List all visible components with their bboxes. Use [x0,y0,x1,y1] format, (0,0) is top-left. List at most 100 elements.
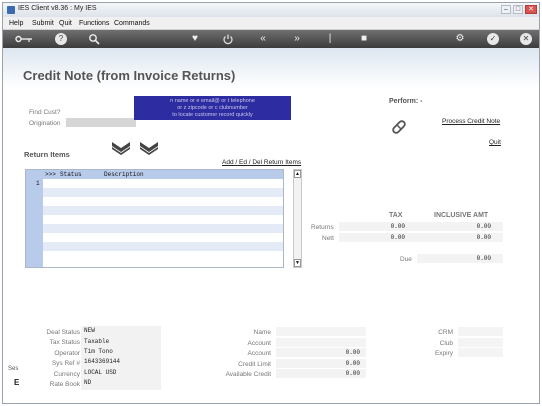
close-window-button[interactable]: ✕ [525,5,537,14]
table-row[interactable] [43,251,283,260]
table-row[interactable] [43,224,283,233]
account2-label: Account [247,350,272,357]
side-panel-label: Ses [8,366,19,372]
scroll-up-arrow[interactable]: ▲ [294,170,301,178]
grid-row-numbers [26,179,43,267]
rate-book-label: Rate Book [49,381,80,388]
operator-value: Tim Tono [84,348,113,355]
deal-status-value: NEW [84,327,95,334]
returns-tax-value: 0.00 [339,222,417,231]
menu-commands[interactable]: Commands [114,20,150,27]
inclusive-amt-header: INCLUSIVE AMT [434,212,489,219]
pill-icon[interactable] [390,118,408,136]
close-icon[interactable]: ✕ [520,33,532,45]
tax-status-label: Tax Status [49,339,80,346]
deal-info-panel: NEW Taxable Tim Tono 1643369144 LOCAL US… [81,326,161,390]
grid-row-number: 1 [36,180,40,187]
credit-limit-label: Credit Limit [238,361,271,368]
deal-status-label: Deal Status [46,329,80,336]
table-row[interactable] [43,233,283,242]
tax-status-value: Taxable [84,338,110,345]
table-row[interactable] [43,206,283,215]
perform-label: Perform: - [389,98,423,105]
grid-header: >>> Status Description [26,170,283,179]
table-row[interactable] [43,215,283,224]
download-icon[interactable] [111,140,131,156]
return-items-grid[interactable]: >>> Status Description 1 [25,169,284,268]
scroll-down-arrow[interactable]: ▼ [294,259,301,267]
fast-forward-icon[interactable]: » [291,33,303,45]
name-field [276,327,366,336]
minimize-button[interactable]: – [501,5,511,14]
club-field [458,338,503,347]
origination-label: Origination [29,120,61,127]
settings-icon[interactable]: ⚙ [454,33,466,45]
menu-help[interactable]: Help [9,20,23,27]
download-all-icon[interactable] [139,140,159,156]
stop-icon[interactable]: ■ [358,33,370,45]
currency-value: LOCAL USD [84,369,117,376]
available-credit-label: Available Credit [225,371,271,378]
help-icon[interactable]: ? [55,33,67,45]
crm-label: CRM [438,329,453,336]
power-icon[interactable] [222,33,234,45]
rewind-icon[interactable]: « [257,33,269,45]
account-label: Account [247,340,272,347]
add-ed-del-return-items-link[interactable]: Add / Ed / Del Return Items [222,159,301,166]
expiry-field [458,348,503,357]
window-title: IES Client v8.36 : My IES [18,5,97,12]
tax-header: TAX [389,212,403,219]
search-hint-box: n name or e email@ or t telephone or z z… [134,96,291,120]
returns-incl-value: 0.00 [417,222,503,231]
menu-functions[interactable]: Functions [79,20,109,27]
table-row[interactable] [43,242,283,251]
nett-label: Nett [322,235,334,242]
menu-quit[interactable]: Quit [59,20,72,27]
main-content: Credit Note (from Invoice Returns) Find … [3,48,539,403]
rate-book-value: ND [84,379,92,386]
club-label: Club [439,340,453,347]
app-icon [7,6,15,14]
find-cust-input[interactable] [66,107,136,116]
side-panel-letter: E [14,378,20,387]
app-window: IES Client v8.36 : My IES – □ ✕ Help Sub… [2,2,540,404]
name-label: Name [253,329,271,336]
table-row[interactable] [43,197,283,206]
hint-line: n name or e email@ or t telephone [170,98,255,104]
hint-line: to locate customer record quickly [172,112,253,118]
due-value: 0.00 [417,254,503,263]
origination-field[interactable] [66,118,136,127]
nett-tax-value: 0.00 [339,233,417,242]
heart-icon[interactable]: ♥ [189,33,201,45]
operator-label: Operator [54,350,80,357]
toolbar: ? ♥ « » | ■ ⚙ ✓ ✕ [3,30,539,48]
pipe-icon[interactable]: | [324,33,336,45]
check-icon[interactable]: ✓ [487,33,499,45]
account-field [276,338,366,347]
hint-line: or z zipcode or c clubnumber [177,105,248,111]
grid-col-status: Status [60,171,82,178]
due-label: Due [400,256,412,263]
maximize-button[interactable]: □ [513,5,523,14]
nett-incl-value: 0.00 [417,233,503,242]
crm-field [458,327,503,336]
account2-value: 0.00 [276,348,366,357]
currency-label: Currency [53,371,80,378]
grid-scrollbar[interactable]: ▲ ▼ [293,169,302,268]
grid-col-marker: >>> [45,171,56,178]
find-cust-label: Find Cust? [29,109,61,116]
search-icon[interactable] [88,33,100,45]
returns-label: Returns [311,224,334,231]
menu-bar: Help Submit Quit Functions Commands [3,17,539,30]
sys-ref-value: 1643369144 [84,358,121,365]
available-credit-value: 0.00 [276,369,366,378]
key-icon[interactable] [15,33,33,45]
grid-col-description: Description [104,171,144,178]
table-row[interactable] [43,179,283,188]
menu-submit[interactable]: Submit [32,20,54,27]
quit-link[interactable]: Quit [489,139,501,146]
process-credit-note-link[interactable]: Process Credit Note [442,118,500,125]
page-title: Credit Note (from Invoice Returns) [23,68,236,83]
table-row[interactable] [43,188,283,197]
expiry-label: Expiry [434,350,453,357]
